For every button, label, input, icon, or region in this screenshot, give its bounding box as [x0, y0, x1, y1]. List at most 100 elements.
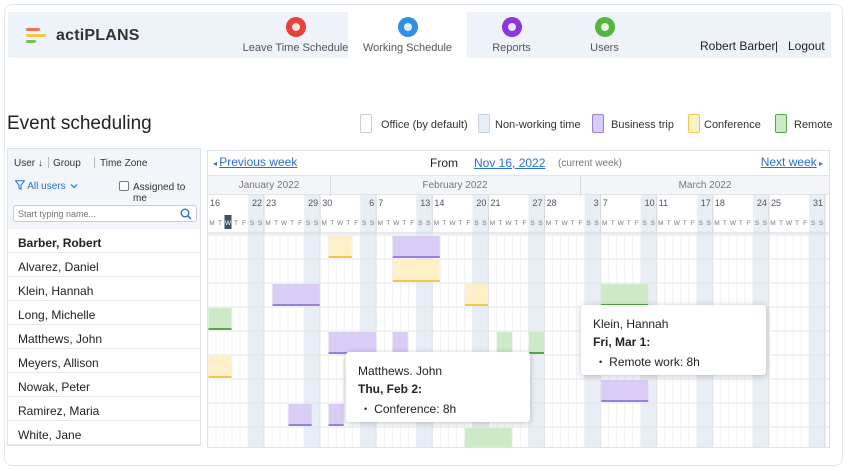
day-letter: S: [707, 220, 712, 227]
nav-leave-time-schedule[interactable]: Leave Time Schedule: [236, 17, 355, 54]
event-block-remote[interactable]: [464, 428, 512, 448]
day-letter: W: [730, 220, 737, 227]
current-user-name[interactable]: Robert Barber: [700, 39, 775, 53]
user-filter-header: User ↓ Group Time Zone All users Assigne…: [8, 149, 200, 229]
legend-label: Remote: [794, 119, 833, 131]
event-underline-conference: [208, 376, 232, 378]
nav-users[interactable]: Users: [545, 17, 664, 54]
tooltip-user-name: Klein, Hannah: [593, 317, 669, 331]
conference-swatch: [688, 114, 700, 133]
week-end-label: 27: [532, 198, 542, 208]
sort-by-time-zone[interactable]: Time Zone: [100, 158, 147, 169]
day-letter: S: [306, 220, 311, 227]
actiplans-logo-icon[interactable]: [26, 25, 50, 49]
day-letter: M: [658, 220, 663, 227]
event-block-remote[interactable]: [601, 284, 649, 306]
user-row[interactable]: Barber, Robert: [8, 229, 200, 253]
from-date-picker[interactable]: Nov 16, 2022: [474, 156, 545, 170]
day-letter: T: [627, 220, 631, 227]
day-letter: F: [747, 220, 751, 227]
event-block-trip[interactable]: [272, 284, 320, 306]
sort-by-user[interactable]: User ↓: [14, 158, 43, 169]
day-letter: T: [346, 220, 350, 227]
day-letter: M: [265, 220, 270, 227]
day-letter: T: [611, 220, 615, 227]
day-letter: T: [795, 220, 799, 227]
week-start-label: 14: [434, 198, 444, 208]
nav-label: Leave Time Schedule: [242, 42, 349, 54]
event-block-trip[interactable]: [288, 404, 312, 426]
event-block-trip[interactable]: [328, 404, 344, 426]
week-start-label: 28: [547, 198, 557, 208]
event-block-conference[interactable]: [464, 284, 488, 306]
event-block-remote[interactable]: [208, 308, 232, 330]
event-block-remote[interactable]: [497, 332, 512, 354]
month-label: January 2022: [238, 180, 300, 191]
month-label: February 2022: [422, 180, 488, 191]
event-block-trip[interactable]: [392, 236, 440, 258]
day-letter: S: [362, 220, 367, 227]
month-header: January 2022 February 2022 March 2022: [208, 175, 829, 196]
event-block-remote[interactable]: [529, 332, 544, 354]
all-users-filter[interactable]: All users: [14, 180, 78, 192]
nav-working-schedule[interactable]: Working Schedule: [348, 17, 467, 54]
week-end-label: 22: [252, 198, 262, 208]
search-icon[interactable]: [180, 208, 192, 220]
day-letter: T: [683, 220, 687, 227]
user-row[interactable]: Klein, Hannah: [8, 277, 200, 301]
from-label: From: [430, 156, 458, 170]
tooltip-user-name: Matthews. John: [358, 364, 443, 378]
app-name[interactable]: actiPLANS: [56, 27, 140, 45]
nav-label: Users: [590, 42, 619, 54]
month-label: March 2022: [678, 180, 732, 191]
day-letter: W: [618, 220, 625, 227]
day-letter: S: [426, 220, 431, 227]
event-block-conference[interactable]: [208, 356, 232, 378]
day-letter: S: [530, 220, 535, 227]
user-row[interactable]: Matthews, John: [8, 325, 200, 349]
day-letter: T: [234, 220, 238, 227]
day-letter: F: [803, 220, 807, 227]
day-letter: F: [242, 220, 246, 227]
remote-swatch: [775, 114, 787, 133]
chevron-down-icon: [70, 184, 78, 189]
event-block-conference[interactable]: [328, 236, 352, 258]
event-tooltip: Matthews. John Thu, Feb 2: Conference: 8…: [346, 352, 530, 422]
day-letter: S: [763, 220, 768, 227]
day-letter: M: [546, 220, 551, 227]
event-block-trip[interactable]: [392, 332, 408, 354]
user-row[interactable]: Meyers, Allison: [8, 349, 200, 373]
day-letter: M: [770, 220, 775, 227]
logout-link[interactable]: Logout: [788, 39, 825, 53]
day-letter: W: [562, 220, 569, 227]
business-trip-swatch: [592, 114, 604, 133]
day-letter: S: [643, 220, 648, 227]
week-start-label: 16: [210, 198, 220, 208]
week-start-label: 25: [771, 198, 781, 208]
next-week-link[interactable]: Next week ▸: [761, 155, 823, 169]
event-block-conference[interactable]: [392, 260, 440, 282]
event-underline-conference: [464, 304, 488, 306]
user-row[interactable]: Ramirez, Maria: [8, 397, 200, 421]
day-letter: T: [218, 220, 222, 227]
user-row[interactable]: White, Jane: [8, 421, 200, 445]
day-letter: T: [571, 220, 575, 227]
reports-icon: [501, 17, 522, 37]
user-row[interactable]: Long, Michelle: [8, 301, 200, 325]
day-letter: F: [298, 220, 302, 227]
assigned-to-me-checkbox[interactable]: [119, 181, 129, 191]
previous-week-link[interactable]: ◂ Previous week: [213, 155, 297, 169]
day-letter: S: [314, 220, 319, 227]
event-block-trip[interactable]: [328, 332, 376, 354]
day-letter: M: [434, 220, 439, 227]
day-letter: F: [635, 220, 639, 227]
day-letter: T: [555, 220, 559, 227]
event-block-trip[interactable]: [601, 380, 649, 402]
sort-by-group[interactable]: Group: [53, 158, 81, 169]
user-row[interactable]: Alvarez, Daniel: [8, 253, 200, 277]
event-underline-conference: [328, 256, 352, 258]
day-letter: S: [699, 220, 704, 227]
user-row[interactable]: Nowak, Peter: [8, 373, 200, 397]
user-search-input[interactable]: [18, 207, 168, 220]
day-letter: F: [410, 220, 414, 227]
